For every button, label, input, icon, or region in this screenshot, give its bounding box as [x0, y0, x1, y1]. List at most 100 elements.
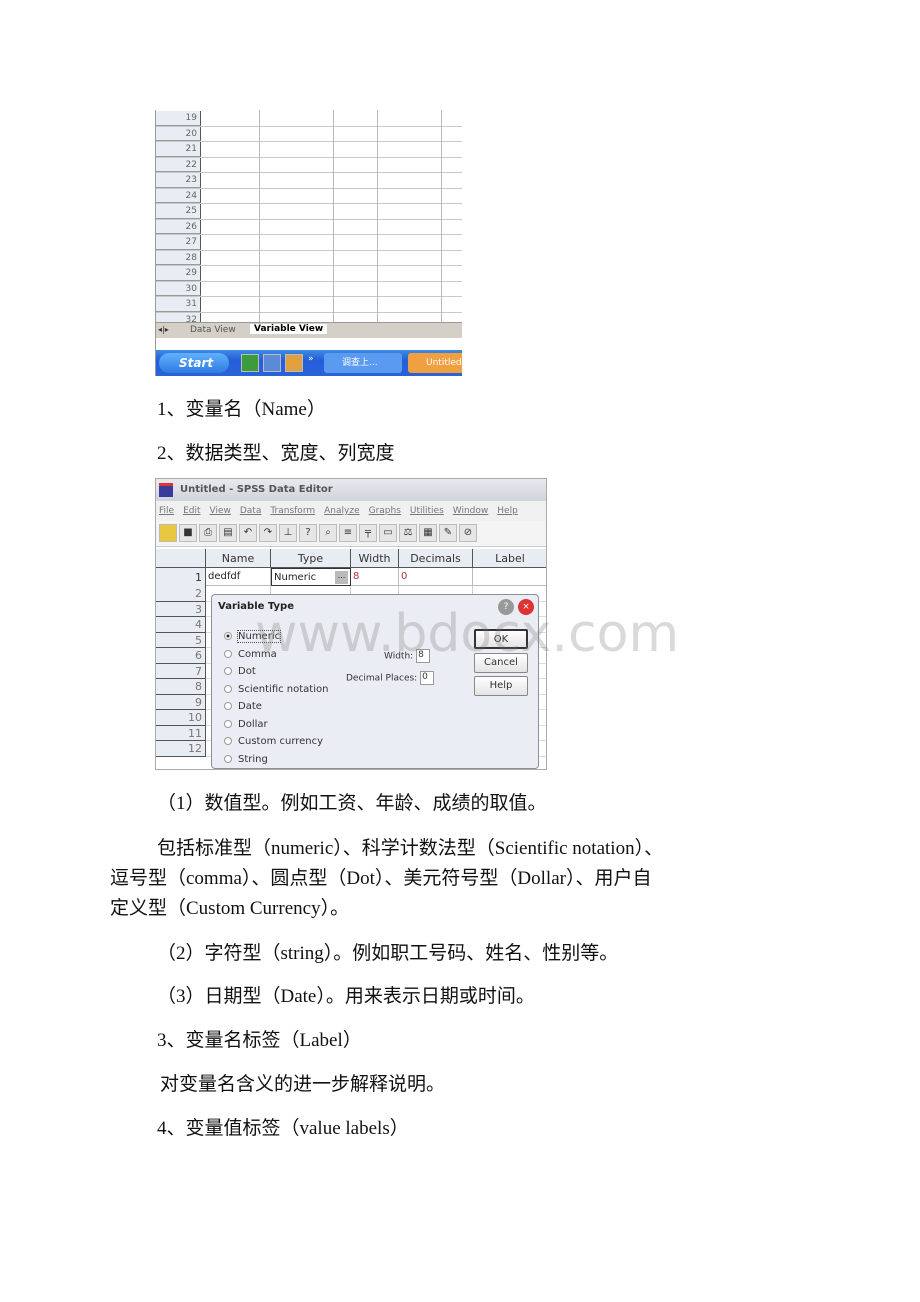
- use-sets-icon[interactable]: ⊘: [459, 524, 477, 542]
- menu-file[interactable]: File: [159, 506, 174, 516]
- tab-data-view[interactable]: Data View: [190, 325, 236, 335]
- insert-cases-icon[interactable]: ≡: [339, 524, 357, 542]
- radio-custom-currency[interactable]: Custom currency: [224, 736, 323, 747]
- paragraph: 逗号型（comma）、圆点型（Dot）、美元符号型（Dollar）、用户自: [110, 868, 652, 889]
- row-number[interactable]: 4: [156, 617, 206, 633]
- table-row: 26: [156, 219, 462, 235]
- row-number[interactable]: 10: [156, 710, 206, 726]
- row-number[interactable]: 3: [156, 601, 206, 617]
- radio-button[interactable]: [224, 719, 232, 728]
- menu-utilities[interactable]: Utilities: [410, 506, 444, 516]
- decimals-input[interactable]: 0: [420, 671, 435, 685]
- undo-icon[interactable]: ↶: [239, 524, 257, 542]
- row-number[interactable]: 6: [156, 648, 206, 664]
- menu-view[interactable]: View: [210, 506, 231, 516]
- insert-variable-icon[interactable]: ╤: [359, 524, 377, 542]
- column-header[interactable]: Width: [351, 549, 399, 568]
- quicklaunch-icon[interactable]: [285, 354, 303, 372]
- row-number[interactable]: 8: [156, 679, 206, 695]
- menu-window[interactable]: Window: [453, 506, 489, 516]
- radio-button[interactable]: [224, 684, 232, 693]
- column-header[interactable]: Type: [271, 549, 351, 568]
- row-number[interactable]: 7: [156, 663, 206, 679]
- menu-edit[interactable]: Edit: [183, 506, 200, 516]
- taskbar-item-folder[interactable]: 调查上...: [324, 353, 402, 373]
- radio-button[interactable]: [224, 649, 232, 658]
- cell-name[interactable]: dedfdf: [206, 568, 271, 586]
- row-number[interactable]: 24: [156, 188, 201, 203]
- row-number[interactable]: 21: [156, 142, 201, 157]
- select-cases-icon[interactable]: ▦: [419, 524, 437, 542]
- redo-icon[interactable]: ↷: [259, 524, 277, 542]
- column-header[interactable]: Name: [206, 549, 271, 568]
- tab-scroll-arrows[interactable]: ◂|▸: [158, 325, 169, 334]
- row-number[interactable]: 31: [156, 297, 201, 312]
- help-icon[interactable]: ?: [498, 599, 514, 615]
- save-icon[interactable]: ■: [179, 524, 197, 542]
- menu-data[interactable]: Data: [240, 506, 262, 516]
- quicklaunch-icon[interactable]: [263, 354, 281, 372]
- row-number[interactable]: 11: [156, 725, 206, 741]
- width-input[interactable]: 8: [416, 649, 431, 663]
- row-number[interactable]: 19: [156, 111, 201, 126]
- row-number[interactable]: 29: [156, 266, 201, 281]
- goto-case-icon[interactable]: ⊥: [279, 524, 297, 542]
- row-number[interactable]: 23: [156, 173, 201, 188]
- close-icon[interactable]: ×: [518, 599, 534, 615]
- radio-button[interactable]: [224, 754, 232, 763]
- row-number[interactable]: 28: [156, 250, 201, 265]
- radio-dollar[interactable]: Dollar: [224, 719, 268, 730]
- column-header[interactable]: Decimals: [399, 549, 473, 568]
- radio-comma[interactable]: Comma: [224, 649, 277, 660]
- dialog-recall-icon[interactable]: ▤: [219, 524, 237, 542]
- type-ellipsis-button[interactable]: ...: [335, 571, 348, 584]
- value-labels-icon[interactable]: ✎: [439, 524, 457, 542]
- variables-icon[interactable]: ?: [299, 524, 317, 542]
- menu-help[interactable]: Help: [497, 506, 518, 516]
- row-number[interactable]: 20: [156, 126, 201, 141]
- quicklaunch-icon[interactable]: [241, 354, 259, 372]
- radio-button[interactable]: [224, 737, 232, 745]
- taskbar-item-spss[interactable]: Untitled: [408, 353, 462, 373]
- row-number[interactable]: 27: [156, 235, 201, 250]
- row-number[interactable]: 22: [156, 157, 201, 172]
- tab-variable-view[interactable]: Variable View: [250, 324, 328, 334]
- radio-scientific-notation[interactable]: Scientific notation: [224, 684, 328, 695]
- cell-type[interactable]: Numeric...: [271, 568, 351, 586]
- help-button[interactable]: Help: [474, 676, 528, 696]
- row-number[interactable]: 5: [156, 632, 206, 648]
- cancel-button[interactable]: Cancel: [474, 653, 528, 673]
- radio-button[interactable]: [224, 702, 232, 710]
- radio-label: Comma: [238, 648, 277, 660]
- corner-cell: [156, 549, 206, 568]
- radio-string[interactable]: String: [224, 754, 268, 765]
- column-header[interactable]: Label: [473, 549, 546, 568]
- radio-button[interactable]: [224, 632, 232, 640]
- find-icon[interactable]: ⌕: [319, 524, 337, 542]
- row-number[interactable]: 2: [156, 586, 206, 602]
- weight-cases-icon[interactable]: ⚖: [399, 524, 417, 542]
- row-number[interactable]: 26: [156, 219, 201, 234]
- print-icon[interactable]: ⎙: [199, 524, 217, 542]
- menu-transform[interactable]: Transform: [270, 506, 315, 516]
- radio-dot[interactable]: Dot: [224, 666, 256, 677]
- menu-graphs[interactable]: Graphs: [369, 506, 401, 516]
- radio-numeric[interactable]: Numeric: [224, 630, 282, 643]
- radio-button[interactable]: [224, 667, 232, 675]
- row-number[interactable]: 30: [156, 281, 201, 296]
- cell-label[interactable]: [473, 568, 546, 586]
- menu-analyze[interactable]: Analyze: [324, 506, 359, 516]
- cell-decimals[interactable]: 0: [399, 568, 473, 586]
- row-number[interactable]: 12: [156, 741, 206, 757]
- radio-date[interactable]: Date: [224, 701, 262, 712]
- ok-button[interactable]: OK: [474, 629, 528, 649]
- row-number[interactable]: 1: [156, 568, 206, 587]
- row-number[interactable]: 25: [156, 204, 201, 219]
- cell-type-value: Numeric: [274, 572, 317, 583]
- cell-width[interactable]: 8: [351, 568, 399, 586]
- split-file-icon[interactable]: ▭: [379, 524, 397, 542]
- row-number[interactable]: 9: [156, 694, 206, 710]
- open-icon[interactable]: [159, 524, 177, 542]
- quicklaunch-more[interactable]: »: [308, 354, 314, 364]
- start-button[interactable]: Start: [159, 353, 229, 373]
